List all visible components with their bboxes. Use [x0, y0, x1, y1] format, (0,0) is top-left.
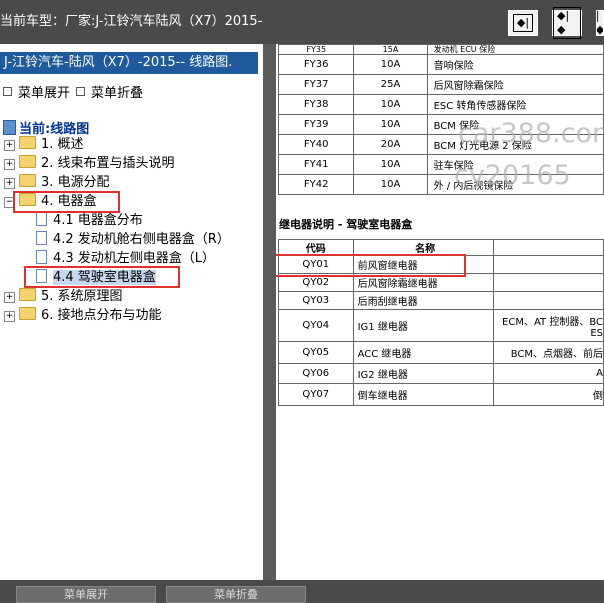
table-row: QY07 倒车继电器倒 [278, 383, 604, 406]
expand-menu-button[interactable]: 菜单展开 [3, 82, 70, 101]
table-row: FY36 10A 音响保险 [277, 54, 604, 75]
tree-node-ground-points[interactable]: +6. 接地点分布与功能 [4, 307, 162, 325]
highlight-box-qy01 [276, 254, 466, 277]
collapse-icon [76, 87, 85, 96]
document-icon [36, 231, 47, 245]
table-row: QY04 IG1 继电器 ECM、AT 控制器、BC ES [278, 309, 604, 342]
top-toolbar: 当前车型：厂家:J-江铃汽车陆风（X7）2015- ◆| ◆|◆ |◆ [0, 0, 604, 44]
bottom-toolbar: 菜单展开 菜单折叠 [0, 580, 604, 603]
watermark-code: cy20165 [454, 160, 571, 191]
folder-icon [19, 288, 36, 301]
footer-collapse-button[interactable]: 菜单折叠 [166, 586, 306, 603]
nav-split-icon: ◆|◆ [553, 7, 581, 39]
table-row: QY03 后雨刮继电器 [278, 291, 604, 310]
tree-node-harness[interactable]: +2. 线束布置与插头说明 [4, 155, 175, 173]
expand-plus-icon[interactable]: + [4, 292, 15, 303]
collapse-menu-button[interactable]: 菜单折叠 [76, 82, 143, 101]
expand-plus-icon[interactable]: + [4, 140, 15, 151]
table-row: FY35 15A 发动机 ECU 保险 [277, 44, 604, 55]
watermark-url: car388.com [458, 118, 604, 149]
table-row: FY37 25A 后风窗除霜保险 [277, 74, 604, 95]
panel-splitter[interactable] [263, 44, 276, 580]
document-icon [36, 250, 47, 264]
expand-icon [3, 87, 12, 96]
nav-split-button[interactable]: ◆|◆ [552, 7, 582, 39]
footer-expand-button[interactable]: 菜单展开 [16, 586, 156, 603]
table-row: QY05 ACC 继电器 BCM、点烟器、前后 [278, 341, 604, 364]
expand-plus-icon[interactable]: + [4, 159, 15, 170]
tree-leaf-right-box[interactable]: 4.2 发动机舱右侧电器盒（R） [36, 231, 230, 249]
content-panel: FY35 15A 发动机 ECU 保险 FY36 10A 音响保险 FY37 25A 后风窗… [276, 44, 604, 580]
highlight-box-electrical [13, 191, 120, 213]
nav-right-button[interactable]: |◆ [596, 10, 604, 36]
highlight-box-cabin [24, 266, 180, 288]
tree-node-schematics[interactable]: +5. 系统原理图 [4, 288, 123, 306]
expand-plus-icon[interactable]: + [4, 178, 15, 189]
current-vehicle-label: 当前车型：厂家:J-江铃汽车陆风（X7）2015- [0, 14, 263, 29]
document-icon [36, 212, 47, 226]
tree-leaf-box-distribution[interactable]: 4.1 电器盒分布 [36, 212, 143, 230]
folder-icon [19, 136, 36, 149]
nav-right-icon: |◆ [597, 11, 603, 35]
expand-plus-icon[interactable]: + [4, 311, 15, 322]
book-icon [3, 120, 16, 135]
folder-icon [19, 307, 36, 320]
relay-section-title: 继电器说明 - 驾驶室电器盒 [279, 218, 413, 231]
table-row: QY06 IG2 继电器 A [278, 363, 604, 384]
navigation-panel: J-江铃汽车-陆风（X7）-2015-- 线路图. 菜单展开 菜单折叠 当前:线… [0, 44, 263, 580]
nav-left-icon: ◆| [512, 14, 534, 32]
tree-node-overview[interactable]: +1. 概述 [4, 136, 84, 154]
table-row: FY38 10A ESC 转角传感器保险 [277, 94, 604, 115]
tree-node-power[interactable]: +3. 电源分配 [4, 174, 110, 192]
folder-icon [19, 174, 36, 187]
tree-root[interactable]: 当前:线路图 [3, 118, 89, 137]
nav-left-button[interactable]: ◆| [508, 10, 538, 36]
document-title-bar: J-江铃汽车-陆风（X7）-2015-- 线路图. [0, 52, 258, 74]
folder-icon [19, 155, 36, 168]
